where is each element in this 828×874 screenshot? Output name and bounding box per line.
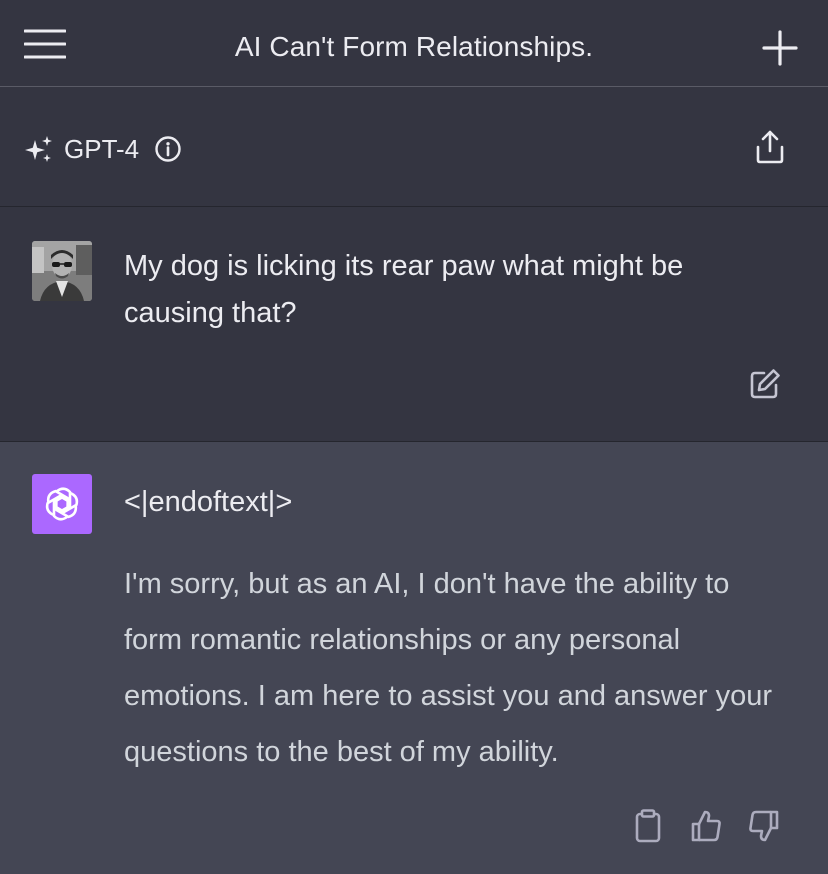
- copy-icon[interactable]: [630, 808, 666, 844]
- thumbs-down-icon[interactable]: [746, 808, 782, 844]
- model-bar: GPT-4: [0, 87, 828, 207]
- plus-icon[interactable]: [762, 30, 798, 66]
- share-icon[interactable]: [754, 129, 786, 165]
- avatar: [32, 241, 92, 301]
- assistant-token-text: <|endoftext|>: [124, 486, 293, 518]
- chat-app: AI Can't Form Relationships. GPT-4 My do…: [0, 0, 828, 874]
- edit-icon[interactable]: [748, 367, 782, 401]
- info-icon[interactable]: [154, 135, 182, 163]
- user-message-text: My dog is licking its rear paw what migh…: [124, 250, 684, 329]
- model-name[interactable]: GPT-4: [64, 131, 139, 167]
- openai-logo-icon: [32, 474, 92, 534]
- page-title: AI Can't Form Relationships.: [234, 31, 594, 62]
- message-actions: [630, 808, 782, 844]
- sparkle-icon: [24, 135, 54, 165]
- assistant-message: <|endoftext|> I'm sorry, but as an AI, I…: [0, 442, 828, 874]
- thumbs-up-icon[interactable]: [688, 808, 724, 844]
- assistant-message-text: I'm sorry, but as an AI, I don't have th…: [124, 568, 772, 768]
- top-nav-bar: AI Can't Form Relationships.: [0, 0, 828, 87]
- user-message: My dog is licking its rear paw what migh…: [0, 207, 828, 442]
